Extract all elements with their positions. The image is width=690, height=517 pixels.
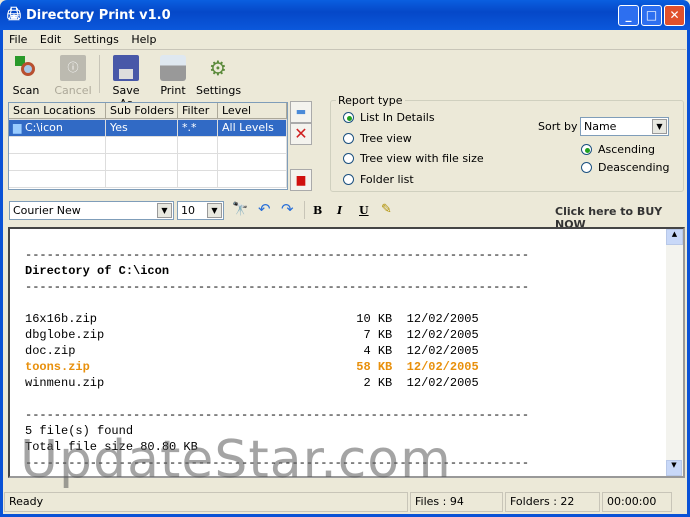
scan-locations-table[interactable]: Scan Locations Sub Folders Filter Level … xyxy=(8,102,288,190)
undo-icon[interactable]: ↶ xyxy=(258,200,271,218)
menu-settings[interactable]: Settings xyxy=(74,33,119,46)
open-folder-icon: ▬ xyxy=(295,105,307,118)
gears-icon: ⚙ xyxy=(209,56,227,80)
underline-button[interactable]: U xyxy=(359,204,369,217)
italic-button[interactable]: I xyxy=(337,204,342,217)
status-text: Ready xyxy=(4,492,408,512)
cancel-button[interactable]: ⓘ Cancel xyxy=(54,55,92,97)
maximize-button[interactable]: □ xyxy=(641,5,662,26)
cancel-icon: ⓘ xyxy=(60,55,86,81)
status-time: 00:00:00 xyxy=(602,492,672,512)
remove-button[interactable]: ✕ xyxy=(290,123,312,145)
file-row: winmenu.zip 2 KB 12/02/2005 xyxy=(25,376,479,390)
bold-button[interactable]: B xyxy=(313,204,322,217)
menu-divider xyxy=(4,49,686,50)
chevron-down-icon: ▼ xyxy=(207,203,222,218)
add-folder-button[interactable]: ▬ xyxy=(290,101,312,123)
table-row[interactable] xyxy=(9,171,287,188)
table-row[interactable] xyxy=(9,137,287,154)
close-button[interactable]: ✕ xyxy=(664,5,685,26)
rule-line: ----------------------------------------… xyxy=(25,280,530,294)
folder-icon: ▆ xyxy=(13,121,22,134)
column-header[interactable]: Scan Locations xyxy=(9,103,106,119)
redo-icon[interactable]: ↷ xyxy=(281,200,294,218)
browse-folder-button[interactable]: ▆ xyxy=(290,169,312,191)
scroll-down-icon: ▼ xyxy=(666,460,682,476)
radio-tree-view[interactable]: Tree view xyxy=(343,132,412,145)
printer-icon xyxy=(160,55,186,81)
toolbar-separator xyxy=(304,201,305,219)
radio-ascending[interactable]: Ascending xyxy=(581,143,655,156)
file-row: doc.zip 4 KB 12/02/2005 xyxy=(25,344,479,358)
sort-by-select[interactable]: Name ▼ xyxy=(580,117,669,136)
report-heading: Directory of C:\icon xyxy=(25,264,170,278)
printer-app-icon: 🖨 xyxy=(6,7,23,22)
scroll-up-icon: ▲ xyxy=(666,229,683,245)
table-cell: Yes xyxy=(106,120,178,136)
menu-edit[interactable]: Edit xyxy=(40,33,61,46)
column-header[interactable]: Sub Folders xyxy=(106,103,178,119)
vertical-scrollbar[interactable]: ▲ ▼ xyxy=(666,229,683,476)
column-header[interactable]: Level xyxy=(218,103,287,119)
scan-button[interactable]: Scan xyxy=(10,55,42,97)
rule-line: ----------------------------------------… xyxy=(25,248,530,262)
menu-help[interactable]: Help xyxy=(131,33,156,46)
status-folders: Folders : 22 xyxy=(505,492,600,512)
red-x-icon: ✕ xyxy=(294,124,308,143)
radio-tree-view-file-size[interactable]: Tree view with file size xyxy=(343,152,484,165)
chevron-down-icon: ▼ xyxy=(652,119,667,134)
highlight-icon[interactable]: ✎ xyxy=(381,202,392,217)
menu-file[interactable]: File xyxy=(9,33,27,46)
table-row[interactable] xyxy=(9,154,287,171)
scan-magnifier-icon xyxy=(13,55,39,81)
file-row: toons.zip 58 KB 12/02/2005 xyxy=(25,360,479,374)
table-row[interactable]: ▆ C:\icon Yes *.* All Levels xyxy=(9,120,287,137)
table-cell: *.* xyxy=(178,120,218,136)
watermark: UpdateStar.com xyxy=(20,430,452,490)
sort-by-label: Sort by xyxy=(538,120,578,133)
menu-bar: File Edit Settings Help xyxy=(9,33,165,46)
print-button[interactable]: Print xyxy=(158,55,188,97)
report-type-legend: Report type xyxy=(338,94,403,107)
find-binoculars-icon[interactable]: 🔭 xyxy=(232,202,248,217)
table-cell: All Levels xyxy=(218,120,287,136)
window-title: Directory Print v1.0 xyxy=(26,8,171,23)
minimize-button[interactable]: _ xyxy=(618,5,639,26)
radio-descending[interactable]: Deascending xyxy=(581,161,670,174)
status-files: Files : 94 xyxy=(410,492,503,512)
red-folder-icon: ▆ xyxy=(296,173,306,186)
radio-list-in-details[interactable]: List In Details xyxy=(343,111,435,124)
radio-folder-list[interactable]: Folder list xyxy=(343,173,414,186)
title-bar: 🖨 Directory Print v1.0 _ □ ✕ xyxy=(0,0,690,30)
file-row: dbglobe.zip 7 KB 12/02/2005 xyxy=(25,328,479,342)
file-row: 16x16b.zip 10 KB 12/02/2005 xyxy=(25,312,479,326)
rule-line: ----------------------------------------… xyxy=(25,408,530,422)
chevron-down-icon: ▼ xyxy=(157,203,172,218)
column-header[interactable]: Filter xyxy=(178,103,218,119)
floppy-disk-icon xyxy=(113,55,139,81)
settings-button[interactable]: ⚙ Settings xyxy=(196,55,241,97)
font-size-select[interactable]: 10 ▼ xyxy=(177,201,224,220)
toolbar-separator xyxy=(99,55,100,93)
font-select[interactable]: Courier New ▼ xyxy=(9,201,174,220)
